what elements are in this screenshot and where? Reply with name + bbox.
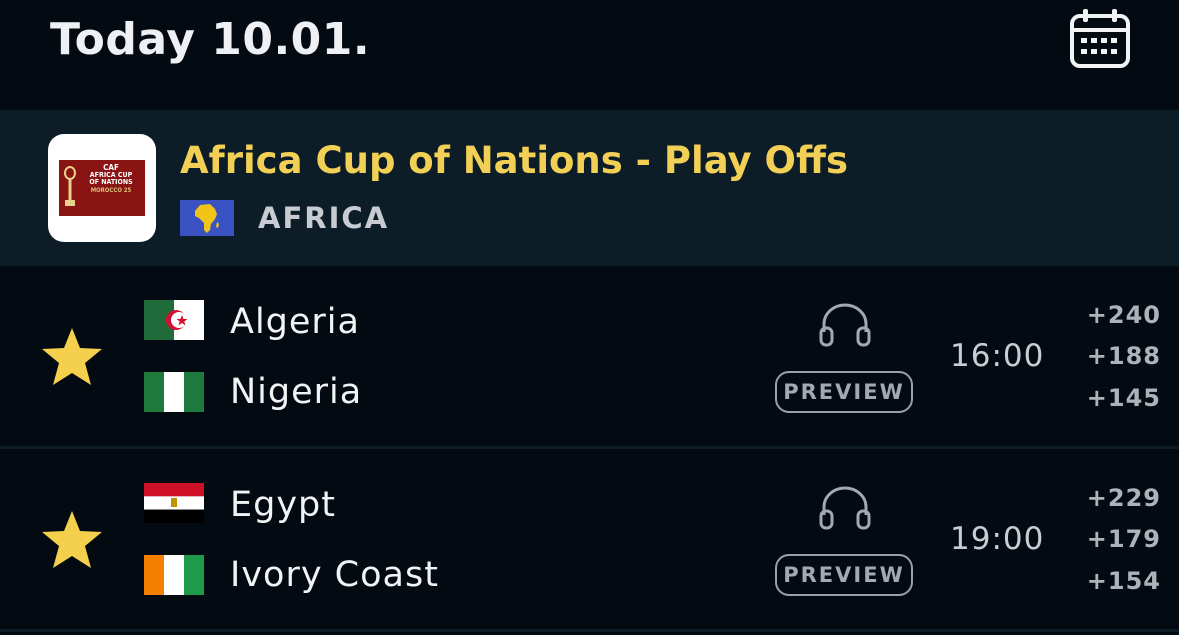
egypt-flag-icon bbox=[144, 483, 204, 523]
match-row[interactable]: Algeria Nigeria PREVIEW 16:00 +240 +188 … bbox=[0, 266, 1179, 446]
nigeria-flag-icon bbox=[144, 372, 204, 412]
afcon-logo-badge: CAF AFRICA CUP OF NATIONS MOROCCO 25 bbox=[59, 160, 145, 216]
odds-home[interactable]: +240 bbox=[1087, 300, 1161, 330]
algeria-flag-icon bbox=[144, 300, 204, 340]
preview-button[interactable]: PREVIEW bbox=[775, 554, 913, 596]
odds-draw[interactable]: +179 bbox=[1087, 524, 1161, 554]
league-name[interactable]: Africa Cup of Nations - Play Offs bbox=[180, 136, 848, 186]
odds-away[interactable]: +145 bbox=[1087, 383, 1161, 413]
logo-line4: MOROCCO 25 bbox=[90, 186, 132, 194]
home-team-name: Algeria bbox=[230, 302, 360, 342]
headphones-icon[interactable] bbox=[818, 485, 872, 531]
trophy-icon bbox=[64, 166, 76, 206]
odds-away[interactable]: +154 bbox=[1087, 566, 1161, 596]
odds-draw[interactable]: +188 bbox=[1087, 341, 1161, 371]
africa-flag-icon bbox=[180, 200, 234, 236]
calendar-icon[interactable] bbox=[1068, 8, 1134, 70]
logo-line3: OF NATIONS bbox=[89, 178, 133, 186]
favorite-star-icon[interactable] bbox=[40, 326, 104, 388]
league-header[interactable]: CAF AFRICA CUP OF NATIONS MOROCCO 25 bbox=[0, 110, 1179, 266]
preview-button[interactable]: PREVIEW bbox=[775, 371, 913, 413]
away-team-name: Ivory Coast bbox=[230, 555, 439, 595]
match-row[interactable]: Egypt Ivory Coast PREVIEW 19:00 +229 +17… bbox=[0, 449, 1179, 629]
ivory-coast-flag-icon bbox=[144, 555, 204, 595]
favorite-star-icon[interactable] bbox=[40, 509, 104, 571]
region-name: AFRICA bbox=[258, 201, 390, 235]
home-team-name: Egypt bbox=[230, 485, 336, 525]
kickoff-time: 16:00 bbox=[950, 338, 1045, 374]
away-team-name: Nigeria bbox=[230, 372, 363, 412]
kickoff-time: 19:00 bbox=[950, 521, 1045, 557]
row-divider bbox=[0, 629, 1179, 632]
top-bar: Today 10.01. bbox=[0, 0, 1179, 110]
odds-home[interactable]: +229 bbox=[1087, 483, 1161, 513]
league-logo: CAF AFRICA CUP OF NATIONS MOROCCO 25 bbox=[48, 134, 156, 242]
logo-text: CAF AFRICA CUP OF NATIONS MOROCCO 25 bbox=[79, 164, 143, 194]
page-title: Today 10.01. bbox=[50, 14, 371, 65]
headphones-icon[interactable] bbox=[818, 302, 872, 348]
